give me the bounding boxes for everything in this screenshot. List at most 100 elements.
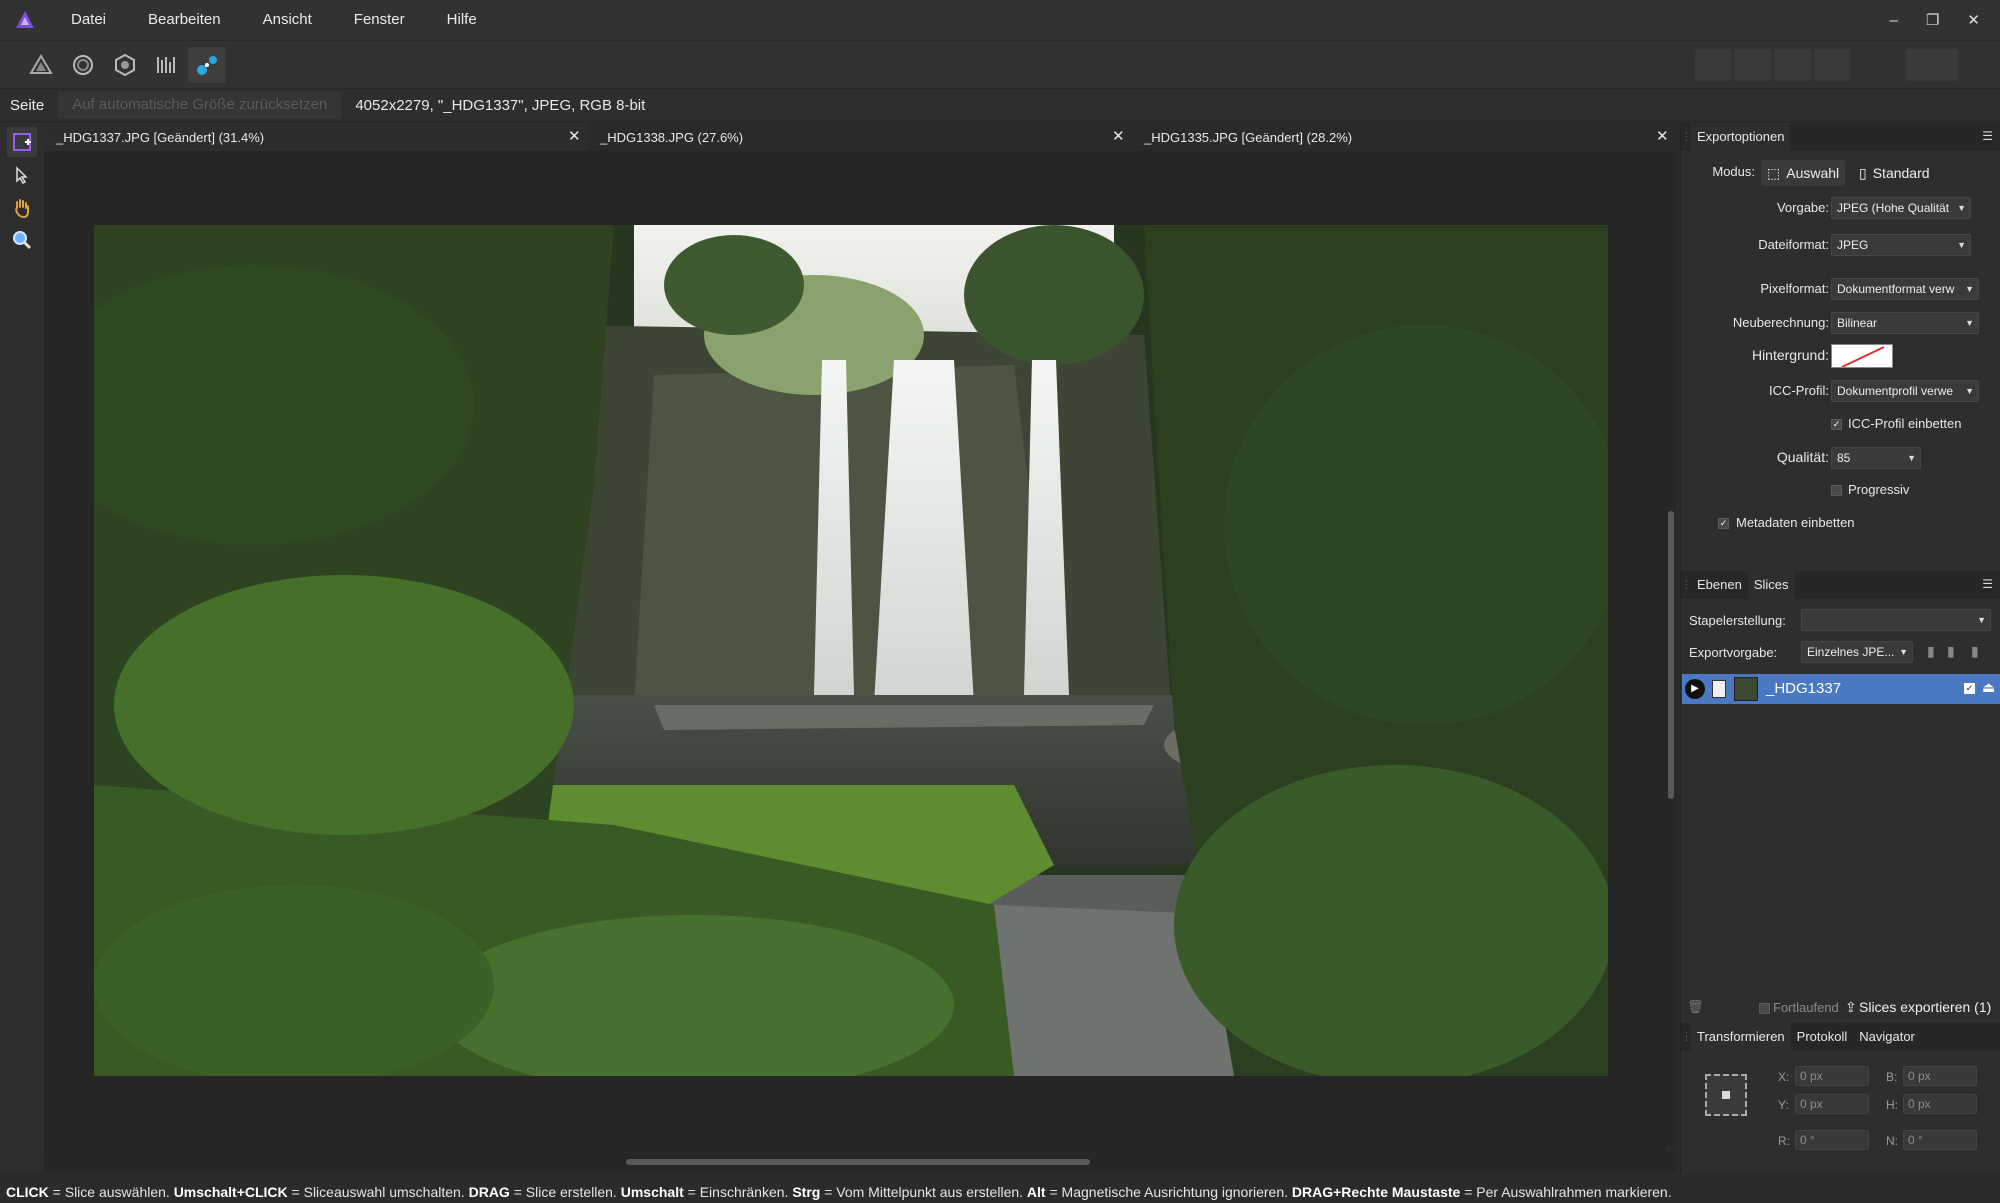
slice-row[interactable]: ▶ _HDG1337 ✓ ⏏ <box>1682 674 2000 704</box>
photo-persona-icon[interactable] <box>22 47 60 83</box>
hint-text: = Slice erstellen. <box>509 1184 621 1200</box>
vertical-scrollbar[interactable] <box>1666 151 1676 1147</box>
tab-navigator[interactable]: Navigator <box>1853 1023 1921 1051</box>
lock-icon[interactable]: ⏏ <box>1982 679 1995 696</box>
menu-hilfe[interactable]: Hilfe <box>426 0 498 40</box>
rotation-input[interactable]: 0 ° <box>1795 1130 1869 1150</box>
horizontal-scrollbar[interactable] <box>44 1151 1676 1173</box>
arrange-dropdown[interactable] <box>1906 49 1958 81</box>
format-dropdown[interactable]: JPEG ▼ <box>1831 234 1971 256</box>
tab-export-options[interactable]: Exportoptionen <box>1691 123 1791 151</box>
tab-hdg1338[interactable]: _HDG1338.JPG (27.6%) ✕ <box>588 123 1132 151</box>
close-icon[interactable]: ✕ <box>1656 127 1669 145</box>
window-controls: – ❐ ✕ <box>1890 0 1980 40</box>
horizontal-scroll-thumb[interactable] <box>626 1159 1090 1165</box>
export-slices-button[interactable]: ⇪ Slices exportieren (1) <box>1845 999 1991 1015</box>
resample-dropdown[interactable]: Bilinear ▼ <box>1831 312 1979 334</box>
preset-label: Vorgabe: <box>1776 200 1829 215</box>
format-label: Dateiformat: <box>1758 237 1829 252</box>
export-persona-icon[interactable] <box>188 47 226 83</box>
expand-icon[interactable]: ▶ <box>1685 679 1705 699</box>
slice-export-checkbox[interactable]: ✓ <box>1964 683 1975 694</box>
preset-dropdown[interactable]: JPEG (Hohe Qualität ▼ <box>1831 197 1971 219</box>
menu-ansicht[interactable]: Ansicht <box>242 0 333 40</box>
tab-layers[interactable]: Ebenen <box>1691 571 1748 599</box>
close-icon[interactable]: ✕ <box>568 127 581 145</box>
document-canvas[interactable] <box>44 151 1666 1151</box>
copy-preset-icon[interactable]: ▮ <box>1927 643 1935 660</box>
tab-hdg1337[interactable]: _HDG1337.JPG [Geändert] (31.4%) ✕ <box>44 123 588 151</box>
export-options-tabs: ⋮ Exportoptionen ☰ <box>1681 123 2000 151</box>
panel-menu-icon[interactable]: ☰ <box>1982 577 1993 591</box>
align-button-1[interactable] <box>1695 49 1731 81</box>
hint-text: = Vom Mittelpunkt aus erstellen. <box>820 1184 1027 1200</box>
grip-icon[interactable]: ⋮ <box>1681 571 1692 599</box>
app-logo-icon[interactable] <box>0 0 50 40</box>
restore-button[interactable]: ❐ <box>1926 11 1939 29</box>
hint-key: Umschalt+CLICK <box>173 1184 288 1200</box>
hint-key: Alt <box>1026 1184 1046 1200</box>
hint-key: DRAG <box>468 1184 510 1200</box>
continuous-checkbox[interactable] <box>1759 1003 1770 1014</box>
reset-size-button[interactable]: Auf automatische Größe zurücksetzen <box>58 91 342 119</box>
mode-standard-button[interactable]: ▯ Standard <box>1853 160 1936 186</box>
tab-label: _HDG1338.JPG (27.6%) <box>600 129 744 145</box>
tab-transform[interactable]: Transformieren <box>1691 1023 1791 1051</box>
delete-preset-icon[interactable]: ▮ <box>1947 643 1955 660</box>
x-label: X: <box>1778 1070 1790 1084</box>
icc-embed-checkbox[interactable]: ✓ <box>1831 419 1842 430</box>
icc-profile-label: ICC-Profil: <box>1769 383 1829 398</box>
height-label: H: <box>1886 1098 1898 1112</box>
shear-input[interactable]: 0 ° <box>1903 1130 1977 1150</box>
zoom-tool-icon[interactable] <box>7 225 37 255</box>
background-color-swatch[interactable] <box>1831 344 1893 368</box>
page-label: Seite <box>10 96 45 114</box>
hand-tool-icon[interactable] <box>7 193 37 223</box>
anchor-point-selector[interactable] <box>1705 1074 1747 1116</box>
tone-mapping-persona-icon[interactable] <box>148 47 186 83</box>
close-window-button[interactable]: ✕ <box>1967 11 1980 29</box>
close-icon[interactable]: ✕ <box>1112 127 1125 145</box>
slice-name: _HDG1337 <box>1766 680 1842 697</box>
batch-dropdown[interactable]: ▼ <box>1801 609 1991 631</box>
x-input[interactable]: 0 px <box>1795 1066 1869 1086</box>
align-button-4[interactable] <box>1815 49 1851 81</box>
waterfall-photo[interactable] <box>94 225 1608 1076</box>
panel-menu-icon[interactable]: ☰ <box>1982 129 1993 143</box>
trash-icon[interactable]: 🗑 <box>1687 999 1704 1015</box>
y-input[interactable]: 0 px <box>1795 1094 1869 1114</box>
liquify-persona-icon[interactable] <box>64 47 102 83</box>
hint-text: = Einschränken. <box>683 1184 793 1200</box>
add-preset-icon[interactable]: ▮ <box>1971 643 1979 660</box>
tab-hdg1335[interactable]: _HDG1335.JPG [Geändert] (28.2%) ✕ <box>1132 123 1676 151</box>
menu-fenster[interactable]: Fenster <box>333 0 426 40</box>
vertical-scroll-thumb[interactable] <box>1668 511 1674 799</box>
hint-key: DRAG+Rechte Maustaste <box>1291 1184 1461 1200</box>
chevron-down-icon: ▼ <box>1899 647 1908 657</box>
width-input[interactable]: 0 px <box>1903 1066 1977 1086</box>
quality-dropdown[interactable]: 85 ▼ <box>1831 447 1921 469</box>
slice-selection-tool-icon[interactable] <box>7 160 37 190</box>
height-input[interactable]: 0 px <box>1903 1094 1977 1114</box>
align-button-2[interactable] <box>1735 49 1771 81</box>
tab-slices[interactable]: Slices <box>1747 571 1795 599</box>
slice-tool-icon[interactable] <box>7 127 37 157</box>
mode-selection-button[interactable]: ⬚ Auswahl <box>1761 160 1846 186</box>
file-icon <box>1712 680 1726 698</box>
tab-history[interactable]: Protokoll <box>1791 1023 1854 1051</box>
metadata-checkbox[interactable]: ✓ <box>1718 518 1729 529</box>
progressive-checkbox[interactable] <box>1831 485 1842 496</box>
pixel-format-label: Pixelformat: <box>1760 281 1829 296</box>
develop-persona-icon[interactable] <box>106 47 144 83</box>
minimize-button[interactable]: – <box>1890 12 1898 29</box>
hint-key: Umschalt <box>620 1184 684 1200</box>
pixel-format-dropdown[interactable]: Dokumentformat verw ▼ <box>1831 278 1979 300</box>
menu-datei[interactable]: Datei <box>50 0 127 40</box>
icc-profile-dropdown[interactable]: Dokumentprofil verwe ▼ <box>1831 380 1979 402</box>
grip-icon[interactable]: ⋮ <box>1681 1023 1692 1051</box>
align-button-3[interactable] <box>1775 49 1811 81</box>
menu-bearbeiten[interactable]: Bearbeiten <box>127 0 242 40</box>
export-preset-dropdown[interactable]: Einzelnes JPE... ▼ <box>1801 641 1913 663</box>
grip-icon[interactable]: ⋮ <box>1681 123 1692 151</box>
y-label: Y: <box>1778 1098 1789 1112</box>
